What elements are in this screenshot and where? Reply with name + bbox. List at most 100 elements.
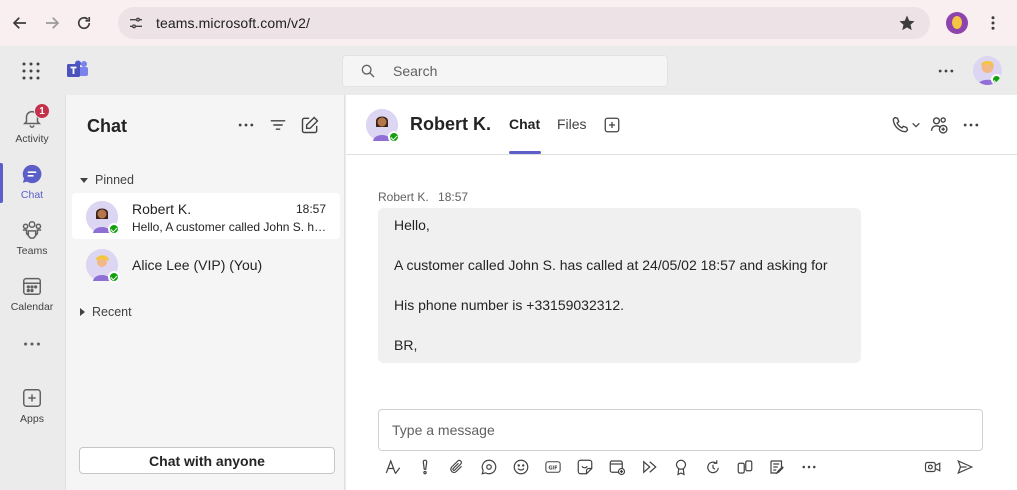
conversation-pane: Robert K. Chat Files Robert K. 18:57 Hel…	[346, 95, 1017, 490]
more-icon	[24, 342, 40, 346]
format-icon[interactable]	[384, 458, 404, 478]
pinned-section-toggle[interactable]: Pinned	[80, 173, 134, 187]
chat-item-alice[interactable]: Alice Lee (VIP) (You)	[72, 241, 340, 287]
app-launcher-icon[interactable]	[22, 62, 40, 80]
more-options-icon[interactable]	[236, 115, 256, 135]
add-apps-icon	[21, 387, 43, 409]
contact-avatar[interactable]	[366, 109, 400, 143]
search-icon	[361, 64, 375, 78]
reload-button[interactable]	[68, 7, 100, 39]
notes-icon[interactable]	[768, 458, 788, 478]
contact-avatar	[86, 249, 120, 283]
message-input[interactable]	[392, 422, 952, 438]
message-bubble[interactable]: Hello, A customer called John S. has cal…	[378, 208, 861, 363]
section-label: Recent	[92, 305, 132, 319]
filter-icon[interactable]	[268, 115, 288, 135]
chat-name: Robert K.	[132, 201, 192, 217]
site-settings-icon[interactable]	[128, 15, 144, 31]
call-icon[interactable]	[890, 115, 910, 135]
chat-item-robert[interactable]: Robert K. 18:57 Hello, A customer called…	[72, 193, 340, 239]
praise-icon[interactable]	[672, 458, 692, 478]
rail-label: Calendar	[10, 301, 54, 313]
copilot-icon[interactable]	[736, 458, 756, 478]
emoji-icon[interactable]	[512, 458, 532, 478]
gif-icon[interactable]: GIF	[544, 458, 564, 478]
loop-icon[interactable]	[480, 458, 500, 478]
rail-item-apps[interactable]: Apps	[0, 379, 64, 431]
chat-preview: Hello, A customer called John S. has cal…	[132, 220, 328, 234]
chat-list-panel: Chat Pinned Robert K. 18:57 Hello, A cus…	[65, 95, 345, 490]
message-line: Hello,	[394, 217, 430, 233]
rail-item-calendar[interactable]: Calendar	[0, 267, 64, 319]
schedule-meeting-icon[interactable]	[608, 458, 628, 478]
add-tab-icon[interactable]	[603, 116, 621, 134]
rail-more-apps[interactable]	[0, 329, 64, 359]
section-label: Pinned	[95, 173, 134, 187]
refresh-icon[interactable]	[704, 458, 724, 478]
active-tab-indicator	[509, 151, 541, 154]
address-bar[interactable]: teams.microsoft.com/v2/	[118, 7, 930, 39]
rail-label: Teams	[16, 245, 48, 257]
rail-label: Activity	[15, 133, 49, 145]
recent-section-toggle[interactable]: Recent	[80, 305, 132, 319]
teams-logo-icon	[67, 60, 88, 77]
browser-menu-icon[interactable]	[984, 13, 1002, 33]
attach-icon[interactable]	[448, 458, 468, 478]
conversation-title: Robert K.	[410, 114, 491, 134]
video-clip-icon[interactable]	[924, 458, 944, 478]
stream-icon[interactable]	[640, 458, 660, 478]
tab-files[interactable]: Files	[557, 116, 587, 132]
search-box[interactable]	[342, 55, 668, 87]
svg-text:GIF: GIF	[548, 465, 557, 471]
browser-profile-avatar[interactable]	[946, 12, 968, 34]
new-chat-icon[interactable]	[300, 115, 320, 135]
back-button[interactable]	[4, 7, 36, 39]
arrow-left-icon	[12, 17, 26, 29]
app-rail: 1 Activity Chat Teams Calendar Apps	[0, 95, 64, 490]
activity-badge: 1	[34, 103, 50, 119]
add-people-icon[interactable]	[929, 115, 949, 135]
compose-toolbar: GIF	[382, 458, 982, 480]
compose-box[interactable]	[378, 409, 983, 451]
browser-toolbar: teams.microsoft.com/v2/	[0, 0, 1017, 46]
presence-available-icon	[108, 223, 120, 235]
arrow-right-icon	[46, 17, 60, 29]
chevron-down-icon[interactable]	[910, 115, 922, 135]
contact-avatar	[86, 201, 120, 235]
reload-icon	[77, 16, 91, 30]
user-avatar[interactable]	[973, 56, 1002, 85]
rail-item-teams[interactable]: Teams	[0, 211, 64, 263]
send-icon[interactable]	[956, 458, 976, 478]
rail-label: Chat	[20, 189, 44, 201]
forward-button[interactable]	[36, 7, 68, 39]
sticker-icon[interactable]	[576, 458, 596, 478]
caret-down-icon	[80, 177, 88, 183]
caret-right-icon	[80, 308, 85, 316]
search-input[interactable]	[393, 63, 643, 79]
chat-time: 18:57	[295, 202, 326, 216]
more-options-icon[interactable]	[936, 61, 956, 81]
chat-with-anyone-button[interactable]: Chat with anyone	[79, 447, 335, 474]
bookmark-star-icon[interactable]	[898, 14, 916, 32]
presence-available-icon	[991, 74, 1002, 85]
chat-name: Alice Lee (VIP) (You)	[132, 257, 263, 273]
more-options-icon[interactable]	[800, 458, 820, 478]
message-line: BR,	[394, 337, 418, 353]
calendar-icon	[21, 275, 43, 297]
more-options-icon[interactable]	[961, 115, 981, 135]
rail-item-activity[interactable]: 1 Activity	[0, 99, 64, 151]
rail-item-chat[interactable]: Chat	[0, 155, 64, 207]
message-sender: Robert K.	[378, 190, 429, 204]
message-time: 18:57	[438, 190, 469, 204]
teams-icon	[21, 219, 43, 241]
presence-available-icon	[388, 131, 400, 143]
message-meta: Robert K. 18:57	[378, 190, 474, 204]
chat-list-title: Chat	[87, 116, 127, 136]
message-line: His phone number is +33159032312.	[394, 297, 625, 313]
conversation-header: Robert K. Chat Files	[346, 95, 1017, 155]
tab-chat[interactable]: Chat	[509, 116, 540, 132]
chat-icon	[21, 163, 43, 185]
teams-header	[0, 46, 1017, 95]
message-line: A customer called John S. has called at …	[394, 257, 828, 273]
important-icon[interactable]	[416, 458, 436, 478]
